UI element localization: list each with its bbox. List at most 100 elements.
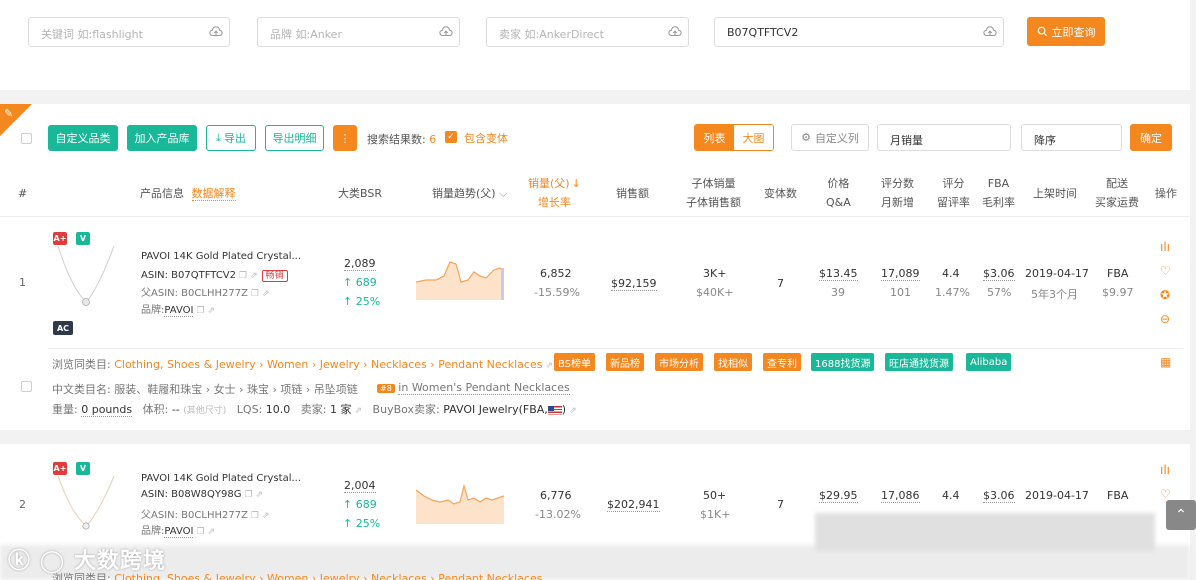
asin-text[interactable]: ASIN: B07QTFTCV2: [141, 270, 236, 281]
tag-bs-list[interactable]: BS榜单: [554, 353, 596, 371]
external-link-icon[interactable]: ⇗: [250, 271, 258, 281]
cloud-upload-icon[interactable]: [983, 25, 997, 39]
gear-icon: ⚙: [801, 131, 811, 144]
col-fba[interactable]: FBA 毛利率: [982, 174, 1015, 212]
view-toggle: 列表 大图: [694, 124, 774, 151]
asin-text[interactable]: ASIN: B08W8QY98G: [141, 489, 241, 500]
external-link-icon[interactable]: ⇗: [256, 490, 264, 500]
brand-input[interactable]: 品牌 如:Anker: [257, 17, 460, 47]
buybox-seller[interactable]: PAVOI Jewelry(FBA,: [443, 403, 548, 416]
external-link-icon[interactable]: ⇗: [262, 289, 270, 299]
tag-1688-source[interactable]: 1688找货源: [811, 353, 875, 371]
parent-asin-text[interactable]: 父ASIN: B0CLHH277Z: [141, 288, 248, 299]
external-link-icon[interactable]: ⇗: [208, 527, 216, 537]
price-value[interactable]: $13.45: [819, 267, 858, 281]
tag-new-list[interactable]: 新品榜: [606, 353, 644, 371]
col-trend[interactable]: 销量趋势(父) ⌵: [432, 184, 507, 203]
tag-patent-check[interactable]: 查专利: [763, 353, 801, 371]
copy-icon[interactable]: ❐: [196, 527, 204, 537]
sales-trend-sparkline[interactable]: [416, 482, 504, 524]
sales-trend-sparkline[interactable]: [416, 258, 504, 300]
trend-label: 销量趋势(父): [432, 187, 496, 200]
variants-value[interactable]: 7: [777, 277, 784, 290]
add-library-button[interactable]: 加入产品库: [127, 125, 197, 151]
row-checkbox[interactable]: [21, 381, 32, 392]
reviews-value[interactable]: 17,086: [881, 489, 920, 503]
external-link-icon[interactable]: ⇗: [355, 406, 363, 416]
col-price[interactable]: 价格 Q&A: [826, 174, 851, 212]
col-child-sales[interactable]: 子体销量 子体销售额: [686, 174, 741, 212]
view-grid-button[interactable]: 大图: [734, 125, 773, 150]
rank-category[interactable]: in Women's Pendant Necklaces: [398, 381, 570, 395]
custom-columns-button[interactable]: ⚙ 自定义列: [791, 124, 869, 151]
margin-value: 57%: [987, 286, 1012, 299]
col-delivery[interactable]: 配送 买家运费: [1095, 174, 1139, 212]
include-variants-label[interactable]: 包含变体: [464, 130, 508, 146]
more-menu-button[interactable]: ⋮: [333, 125, 357, 151]
custom-category-button[interactable]: 自定义品类: [48, 125, 118, 151]
export-detail-button[interactable]: 导出明细: [265, 125, 324, 151]
col-revenue[interactable]: 销售额: [616, 184, 649, 203]
copy-icon[interactable]: ❐: [239, 271, 247, 281]
view-list-button[interactable]: 列表: [695, 125, 734, 150]
product-title[interactable]: PAVOI 14K Gold Plated Crystal...: [141, 251, 301, 262]
confirm-button[interactable]: 确定: [1130, 124, 1172, 151]
heart-icon[interactable]: ♡: [1160, 264, 1171, 278]
copy-icon[interactable]: ❐: [196, 306, 204, 316]
price-value[interactable]: $29.95: [819, 489, 858, 503]
cloud-upload-icon[interactable]: [668, 25, 682, 39]
cloud-upload-icon[interactable]: [209, 25, 223, 39]
target-icon[interactable]: ✪: [1160, 288, 1170, 302]
product-image[interactable]: [50, 244, 122, 328]
chart-bar-icon[interactable]: ılı: [1160, 240, 1170, 254]
copy-icon[interactable]: ❐: [244, 490, 252, 500]
fba-value[interactable]: $3.06: [983, 489, 1015, 503]
external-link-icon[interactable]: ⇗: [208, 306, 216, 316]
category-path[interactable]: Clothing, Shoes & Jewelry › Women › Jewe…: [114, 572, 542, 580]
tag-market-analysis[interactable]: 市场分析: [655, 353, 703, 371]
chart-bar-icon[interactable]: ılı: [1160, 463, 1170, 477]
tag-alibaba[interactable]: Alibaba: [966, 353, 1012, 371]
external-link-icon[interactable]: ⇗: [262, 511, 270, 521]
external-link-icon[interactable]: ⇗: [545, 361, 553, 371]
col-reviews[interactable]: 评分数 月新增: [881, 174, 914, 212]
brand-link[interactable]: PAVOI: [164, 526, 194, 538]
col-rating[interactable]: 评分 留评率: [937, 174, 970, 212]
sellers-value[interactable]: 1 家: [330, 403, 352, 416]
copy-icon[interactable]: ❐: [251, 289, 259, 299]
include-variants-checkbox[interactable]: ✓: [445, 131, 457, 143]
parent-asin-text[interactable]: 父ASIN: B0CLHH277Z: [141, 510, 248, 521]
col-bsr[interactable]: 大类BSR: [338, 184, 382, 203]
col-sales[interactable]: 销量(父) ↓ 增长率: [528, 174, 581, 212]
tag-wdt-source[interactable]: 旺店通找货源: [885, 353, 953, 371]
reviews-value[interactable]: 17,089: [881, 267, 920, 281]
bsr-value[interactable]: 2,089: [344, 257, 376, 271]
calculator-icon[interactable]: ▦: [1160, 355, 1171, 369]
revenue-value: $202,941: [607, 498, 660, 512]
cloud-upload-icon[interactable]: [439, 25, 453, 39]
data-explain-link[interactable]: 数据解释: [191, 187, 236, 201]
delivery-label: 配送: [1106, 177, 1128, 190]
variants-value[interactable]: 7: [777, 498, 784, 511]
export-button[interactable]: ⤓ 导出: [206, 125, 256, 151]
query-button[interactable]: 立即查询: [1027, 17, 1105, 46]
col-variants[interactable]: 变体数: [764, 184, 797, 203]
product-title[interactable]: PAVOI 14K Gold Plated Crystal...: [141, 473, 301, 484]
sort-field-select[interactable]: 月销量 ⌵: [877, 124, 1011, 151]
keyword-input[interactable]: 关键词 如:flashlight: [28, 17, 230, 47]
col-listed[interactable]: 上架时间: [1033, 184, 1077, 203]
brand-link[interactable]: PAVOI: [164, 305, 194, 317]
bsr-value[interactable]: 2,004: [344, 479, 376, 493]
external-link-icon[interactable]: ⇗: [569, 406, 577, 416]
sort-order-select[interactable]: 降序 ⌵: [1021, 124, 1122, 151]
category-path[interactable]: Clothing, Shoes & Jewelry › Women › Jewe…: [114, 358, 542, 371]
asin-input[interactable]: B07QTFTCV2: [714, 17, 1004, 47]
seller-input[interactable]: 卖家 如:AnkerDirect: [486, 17, 689, 47]
heart-icon[interactable]: ♡: [1160, 487, 1171, 501]
select-all-checkbox[interactable]: [21, 133, 32, 144]
copy-icon[interactable]: ❐: [251, 511, 259, 521]
scroll-to-top-button[interactable]: ⌃: [1166, 500, 1196, 530]
fba-value[interactable]: $3.06: [983, 267, 1015, 281]
tag-find-similar[interactable]: 找相似: [714, 353, 752, 371]
more-options-icon[interactable]: ⊖: [1160, 312, 1170, 326]
